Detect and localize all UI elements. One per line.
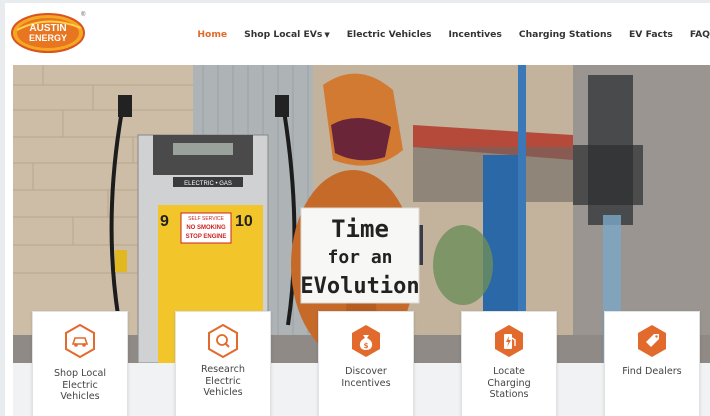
pump-number-left: 9 [160,213,169,230]
card-label-line: Vehicles [60,391,100,402]
nav-charging-stations[interactable]: Charging Stations [519,29,612,40]
card-label-line: Vehicles [203,387,243,398]
card-label-line: Incentives [341,377,391,389]
tag-icon [638,325,666,357]
card-label: Locate Charging Stations [468,366,550,401]
search-icon [208,324,238,358]
nav-faq[interactable]: FAQ [690,29,710,40]
pump-number-right: 10 [235,213,253,230]
sign-text-line3: EVolution [300,274,419,299]
main-nav: Home Shop Local EVs ▼ Electric Vehicles I… [180,3,710,65]
card-discover-incentives[interactable]: $ Discover Incentives [318,311,414,416]
card-label-line: Discover [345,366,387,377]
card-label: Find Dealers [611,366,693,378]
pump-badge: ELECTRIC • GAS [184,181,232,187]
nav-incentives[interactable]: Incentives [448,29,501,40]
austin-energy-logo[interactable]: AUSTIN ENERGY ® [11,8,87,56]
nav-shop-local-evs[interactable]: Shop Local EVs ▼ [244,29,330,40]
card-label: Research Electric Vehicles [182,364,264,399]
car-icon [65,324,95,358]
dollar-sign-glyph: $ [364,342,369,350]
pump-sticker-line1: SELF SERVICE [188,216,224,222]
sign-text-line1: Time [331,215,389,243]
charging-station-icon [495,325,523,357]
card-find-dealers[interactable]: Find Dealers [604,311,700,416]
card-label-line: Locate [493,366,525,377]
card-label-line: Electric [62,379,98,391]
chevron-down-icon: ▼ [324,30,330,39]
page: AUSTIN ENERGY ® Home Shop Local EVs ▼ Ele… [5,3,710,416]
card-label-line: Research [200,364,245,375]
card-label-line: Find Dealers [622,366,682,377]
card-label-line: Shop Local [53,368,107,379]
site-header: AUSTIN ENERGY ® Home Shop Local EVs ▼ Ele… [5,3,710,65]
card-label-line: Stations [489,389,529,400]
card-shop-local-electric-vehicles[interactable]: Shop Local Electric Vehicles [32,311,128,416]
card-label-line: Charging [487,377,531,389]
card-label: Discover Incentives [325,366,407,389]
sign-text-line2: for an [327,247,392,268]
nav-electric-vehicles[interactable]: Electric Vehicles [347,29,432,40]
nav-ev-facts[interactable]: EV Facts [629,29,673,40]
card-label-line: Electric [205,375,241,387]
pump-sticker-line2: NO SMOKING [186,225,226,231]
money-bag-icon: $ [352,325,380,357]
card-research-electric-vehicles[interactable]: Research Electric Vehicles [175,311,271,416]
card-locate-charging-stations[interactable]: Locate Charging Stations [461,311,557,416]
card-label: Shop Local Electric Vehicles [39,368,121,403]
nav-home[interactable]: Home [197,29,227,40]
logo-registered-mark: ® [81,11,86,18]
logo-text-line2: ENERGY [29,33,67,43]
nav-shop-local-evs-label: Shop Local EVs [244,28,323,40]
pump-sticker-line3: STOP ENGINE [186,234,227,240]
